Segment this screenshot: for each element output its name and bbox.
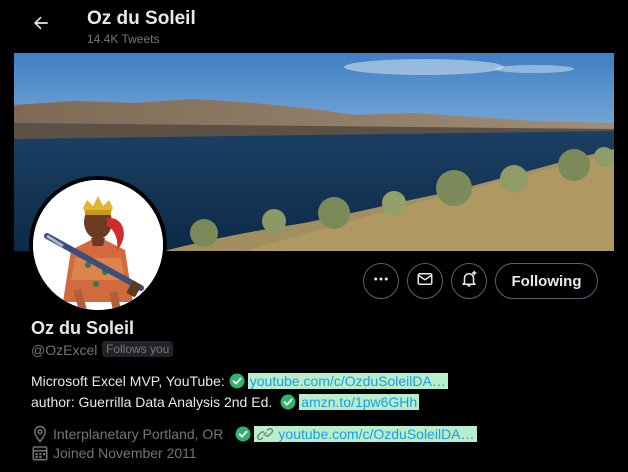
website-text: youtube.com/c/OzduSoleilDA… [278,426,475,442]
bio-youtube-link[interactable]: youtube.com/c/OzduSoleilDA… [247,373,448,389]
check-circle-icon [280,394,296,410]
tweet-count: 14.4K Tweets [87,32,160,46]
bell-plus-icon [460,270,478,293]
link-icon [256,426,274,442]
more-dots-icon [372,270,390,293]
meta-row-location: Interplanetary Portland, OR youtube.com/… [31,425,477,443]
arrow-left-icon [31,13,51,38]
bio-text-1: Microsoft Excel MVP, YouTube: [31,373,225,389]
check-circle-icon [235,426,251,442]
bio-amazon-link[interactable]: amzn.to/1pw6GHh [299,394,420,410]
profile-name: Oz du Soleil [31,318,135,338]
location-pin-icon [31,425,49,443]
profile-handle: @OzExcel [31,342,98,358]
check-circle-icon [229,373,245,389]
following-button[interactable]: Following [495,263,598,299]
bio-line-2: author: Guerrilla Data Analysis 2nd Ed. … [31,394,420,410]
envelope-icon [416,270,434,293]
follows-you-badge: Follows you [102,341,174,357]
website-link[interactable]: youtube.com/c/OzduSoleilDA… [254,426,477,442]
profile-page: Oz du Soleil 14.4K Tweets Following Oz d… [14,0,614,472]
message-button[interactable] [407,263,443,299]
notifications-button[interactable] [451,263,487,299]
calendar-icon [31,444,49,462]
back-button[interactable] [28,12,54,38]
avatar [33,180,163,310]
joined-text: Joined November 2011 [53,445,197,461]
meta-row-joined: Joined November 2011 [31,444,197,462]
top-bar: Oz du Soleil 14.4K Tweets [14,0,614,53]
more-button[interactable] [363,263,399,299]
page-title: Oz du Soleil [87,8,196,29]
bio-text-2: author: Guerrilla Data Analysis 2nd Ed. [31,394,273,410]
avatar-frame[interactable] [29,176,167,314]
bio-line-1: Microsoft Excel MVP, YouTube: youtube.co… [31,373,448,389]
location-text: Interplanetary Portland, OR [53,426,224,442]
